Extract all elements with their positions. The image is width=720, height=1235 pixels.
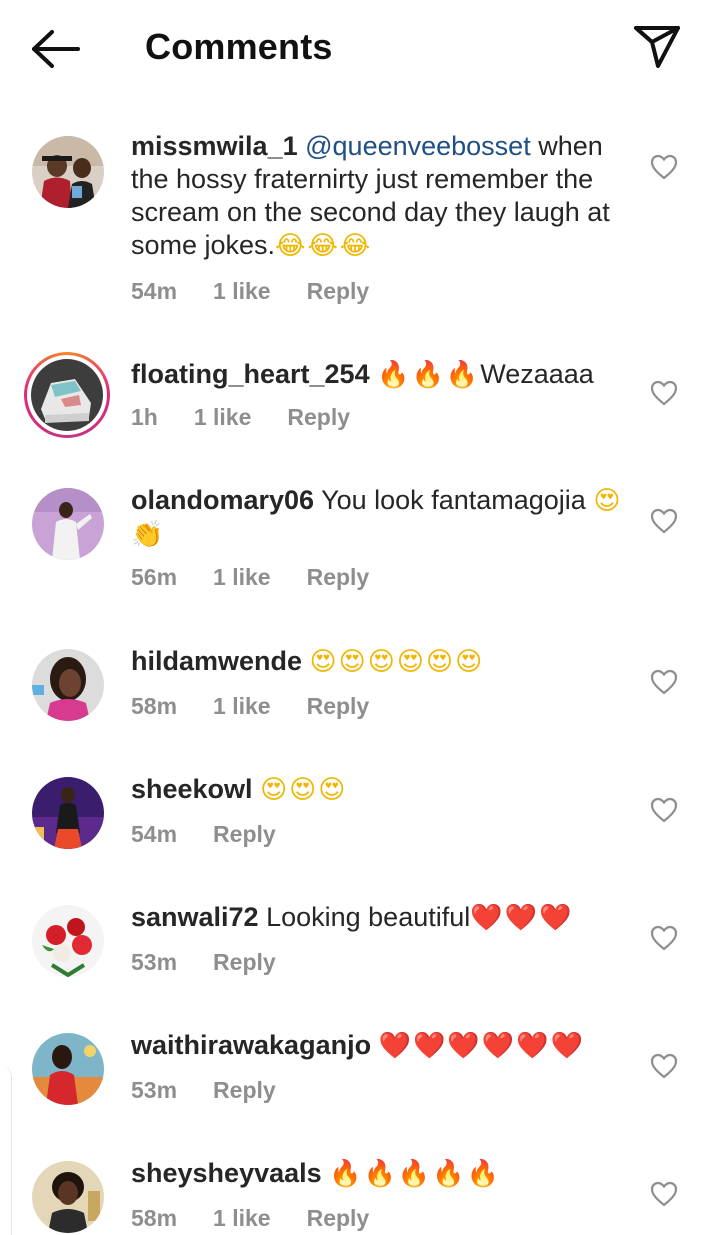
story-ring[interactable]	[24, 352, 110, 438]
heart-icon[interactable]	[650, 154, 678, 180]
comment-time: 53m	[131, 1077, 178, 1103]
heart-icon[interactable]	[650, 797, 678, 823]
avatar[interactable]	[32, 777, 104, 849]
comment-username[interactable]: sanwali72	[131, 902, 259, 932]
red-heart-emoji: ❤️❤️❤️	[470, 903, 574, 933]
comment-meta: 58m 1 like Reply	[131, 1205, 405, 1232]
comment-username[interactable]: missmwila_1	[131, 131, 298, 161]
comment-item: hildamwende 😍😍😍😍😍😍 58m 1 like Reply	[0, 645, 720, 735]
comment-time: 53m	[131, 949, 178, 975]
comment-meta: 54m Reply	[131, 821, 312, 848]
comment-text: olandomary06 You look fantamagojia 😍👏	[131, 484, 631, 552]
comment-text: sheysheyvaals 🔥🔥🔥🔥🔥	[131, 1157, 631, 1191]
avatar[interactable]	[32, 136, 104, 208]
comment-time: 54m	[131, 821, 178, 847]
header-bar: Comments	[0, 0, 720, 96]
heart-icon[interactable]	[650, 669, 678, 695]
avatar	[31, 359, 103, 431]
comment-meta: 54m 1 like Reply	[131, 278, 405, 305]
comment-time: 56m	[131, 564, 178, 590]
page-title: Comments	[145, 26, 333, 67]
avatar[interactable]	[32, 1033, 104, 1105]
back-button[interactable]	[26, 24, 86, 74]
comment-text: missmwila_1 @queenveebosset when the hos…	[131, 130, 631, 263]
comment-username[interactable]: floating_heart_254	[131, 359, 370, 389]
comment-time: 1h	[131, 404, 158, 430]
comment-username[interactable]: hildamwende	[131, 646, 302, 676]
comment-time: 58m	[131, 693, 178, 719]
comment-username[interactable]: olandomary06	[131, 485, 314, 515]
comment-message	[302, 646, 310, 676]
reply-button[interactable]: Reply	[307, 564, 370, 591]
like-count[interactable]: 1 like	[213, 693, 271, 720]
reply-button[interactable]: Reply	[213, 949, 276, 976]
laughing-emoji: 😂😂😂	[275, 231, 373, 261]
heart-icon[interactable]	[650, 1181, 678, 1207]
comment-time: 58m	[131, 1205, 178, 1231]
comment-item: sanwali72 Looking beautiful❤️❤️❤️ 53m Rep…	[0, 901, 720, 991]
mention-link[interactable]: @queenveebosset	[305, 131, 531, 161]
reply-button[interactable]: Reply	[307, 693, 370, 720]
like-count[interactable]: 1 like	[213, 278, 271, 305]
like-count[interactable]: 1 like	[213, 564, 271, 591]
side-panel-edge	[0, 1065, 12, 1235]
comment-item: waithirawakaganjo ❤️❤️❤️❤️❤️❤️ 53m Reply	[0, 1029, 720, 1119]
comment-message: Looking beautiful	[258, 902, 471, 932]
comment-meta: 53m Reply	[131, 949, 312, 976]
comment-message	[253, 774, 261, 804]
comment-meta: 53m Reply	[131, 1077, 312, 1104]
comment-text: waithirawakaganjo ❤️❤️❤️❤️❤️❤️	[131, 1029, 631, 1063]
comment-message: Wezaaaa	[480, 359, 594, 389]
fire-emoji: 🔥🔥🔥	[377, 360, 481, 390]
comment-text: floating_heart_254 🔥🔥🔥Wezaaaa	[131, 358, 631, 392]
comment-username[interactable]: sheysheyvaals	[131, 1158, 322, 1188]
comment-message	[371, 1030, 379, 1060]
comment-item: sheekowl 😍😍😍 54m Reply	[0, 773, 720, 863]
red-heart-emoji: ❤️❤️❤️❤️❤️❤️	[378, 1031, 585, 1061]
comment-text: sanwali72 Looking beautiful❤️❤️❤️	[131, 901, 631, 935]
reply-button[interactable]: Reply	[213, 821, 276, 848]
comment-username[interactable]: waithirawakaganjo	[131, 1030, 371, 1060]
share-button[interactable]	[626, 20, 686, 74]
heart-icon[interactable]	[650, 508, 678, 534]
heart-eyes-emoji: 😍😍😍	[260, 775, 348, 805]
like-count[interactable]: 1 like	[213, 1205, 271, 1232]
reply-button[interactable]: Reply	[307, 1205, 370, 1232]
comment-meta: 56m 1 like Reply	[131, 564, 405, 591]
fire-emoji: 🔥🔥🔥🔥🔥	[329, 1159, 502, 1189]
comment-message: You look fantamagojia	[314, 485, 586, 515]
comment-item: floating_heart_254 🔥🔥🔥Wezaaaa 1h 1 like Re…	[0, 352, 720, 452]
reply-button[interactable]: Reply	[287, 404, 350, 431]
avatar[interactable]	[32, 1161, 104, 1233]
avatar[interactable]	[32, 905, 104, 977]
comment-time: 54m	[131, 278, 178, 304]
comment-item: missmwila_1 @queenveebosset when the hos…	[0, 130, 720, 320]
comment-item: sheysheyvaals 🔥🔥🔥🔥🔥 58m 1 like Reply	[0, 1157, 720, 1235]
comment-text: hildamwende 😍😍😍😍😍😍	[131, 645, 631, 679]
reply-button[interactable]: Reply	[213, 1077, 276, 1104]
comment-text: sheekowl 😍😍😍	[131, 773, 631, 807]
arrow-left-icon	[32, 30, 80, 68]
avatar[interactable]	[32, 649, 104, 721]
paper-plane-icon	[634, 26, 680, 68]
comment-username[interactable]: sheekowl	[131, 774, 253, 804]
comment-meta: 58m 1 like Reply	[131, 693, 405, 720]
heart-eyes-emoji: 😍😍😍😍😍😍	[309, 647, 485, 677]
heart-icon[interactable]	[650, 1053, 678, 1079]
heart-icon[interactable]	[650, 380, 678, 406]
comment-meta: 1h 1 like Reply	[131, 404, 386, 431]
reply-button[interactable]: Reply	[307, 278, 370, 305]
avatar[interactable]	[32, 488, 104, 560]
comment-item: olandomary06 You look fantamagojia 😍👏 56…	[0, 484, 720, 594]
like-count[interactable]: 1 like	[194, 404, 252, 431]
heart-icon[interactable]	[650, 925, 678, 951]
